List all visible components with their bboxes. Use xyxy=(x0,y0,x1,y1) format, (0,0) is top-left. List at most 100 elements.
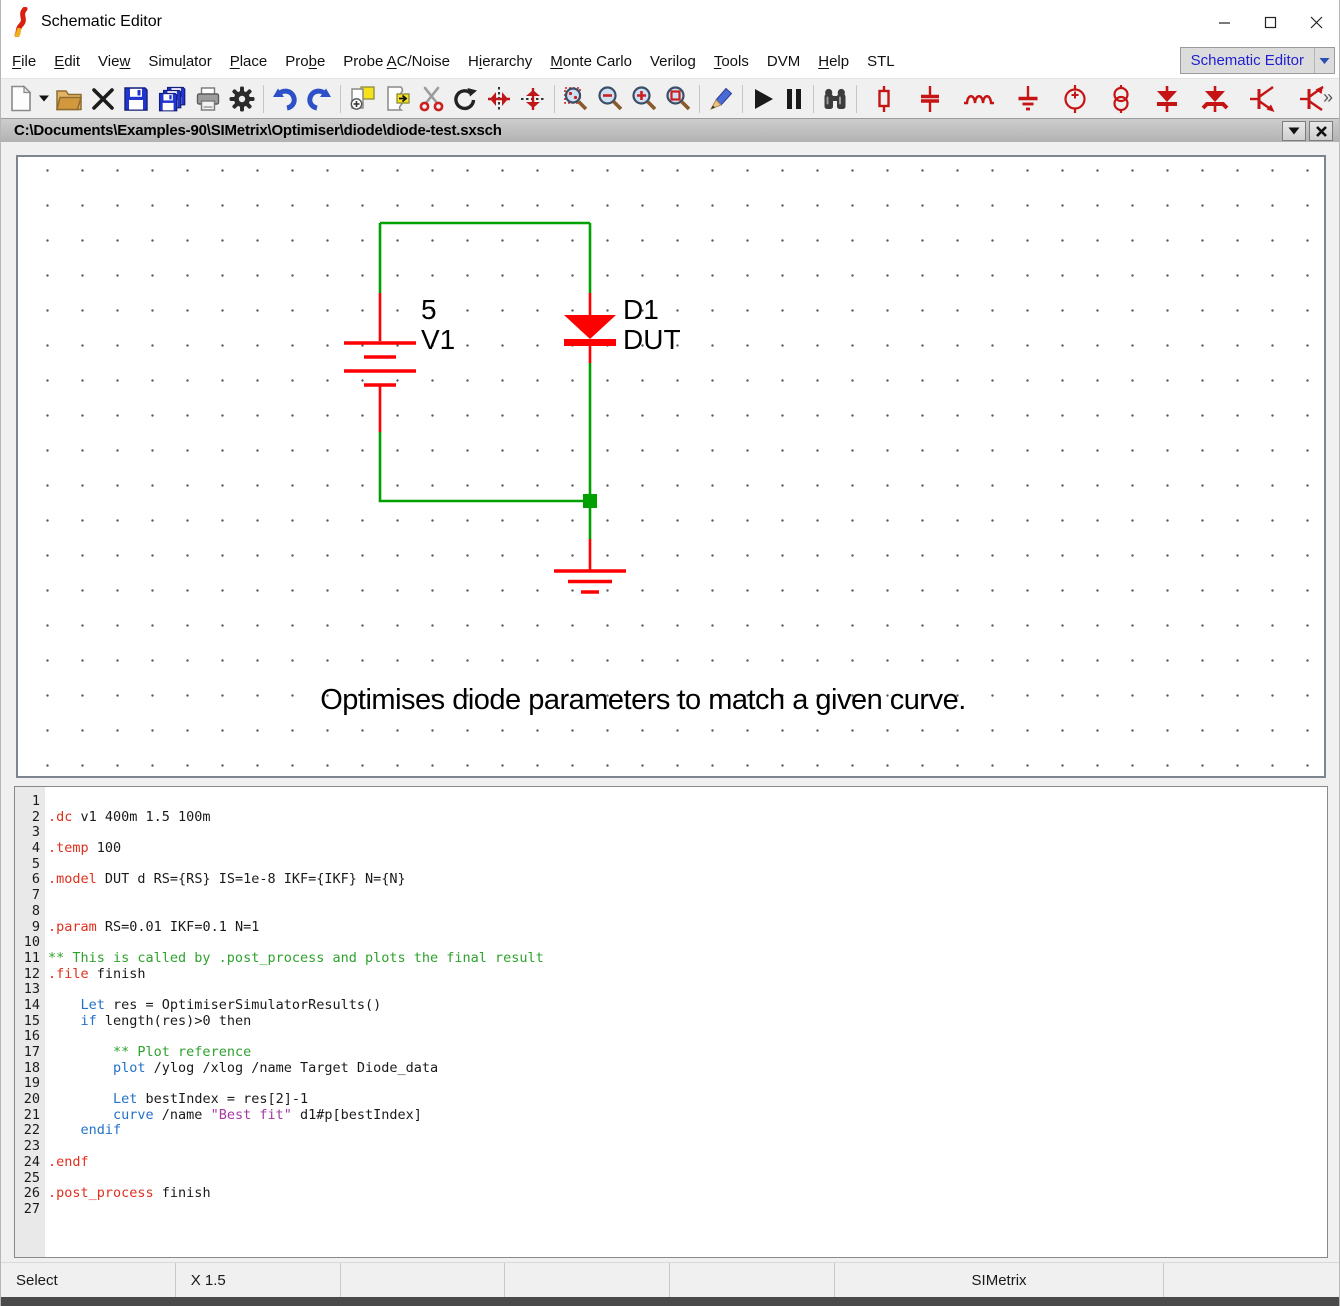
menu-dvm[interactable]: DVM xyxy=(758,48,809,75)
cut-button[interactable] xyxy=(415,82,448,116)
code-line[interactable]: 13 xyxy=(15,982,1327,998)
find-button[interactable] xyxy=(818,82,852,116)
code-line[interactable]: 27 xyxy=(15,1202,1327,1218)
code-line[interactable]: 20 Let bestIndex = res[2]-1 xyxy=(15,1092,1327,1108)
menu-hierarchy[interactable]: Hierarchy xyxy=(459,48,541,75)
menu-monte-carlo[interactable]: Monte Carlo xyxy=(541,48,641,75)
place-voltage-source-button[interactable] xyxy=(1057,82,1093,116)
zoom-out-button[interactable] xyxy=(593,82,627,116)
code-line[interactable]: 26.post_process finish xyxy=(15,1186,1327,1202)
menu-file[interactable]: File xyxy=(3,48,45,75)
code-line[interactable]: 25 xyxy=(15,1171,1327,1187)
code-line[interactable]: 8 xyxy=(15,904,1327,920)
wires[interactable] xyxy=(380,223,590,539)
zoom-in-button[interactable] xyxy=(627,82,661,116)
code-line[interactable]: 22 endif xyxy=(15,1123,1327,1139)
export-page-button[interactable] xyxy=(380,82,415,116)
voltage-source-v1[interactable] xyxy=(344,293,416,432)
menu-probe-ac-noise[interactable]: Probe AC/Noise xyxy=(334,48,459,75)
code-line[interactable]: 23 xyxy=(15,1139,1327,1155)
new-schematic-button[interactable] xyxy=(5,82,37,116)
menu-edit[interactable]: Edit xyxy=(45,48,89,75)
flip-horizontal-button[interactable] xyxy=(482,82,516,116)
code-line[interactable]: 3 xyxy=(15,825,1327,841)
menu-help[interactable]: Help xyxy=(809,48,858,75)
minimize-button[interactable] xyxy=(1201,0,1247,44)
maximize-button[interactable] xyxy=(1247,0,1293,44)
code-line[interactable]: 2.dc v1 400m 1.5 100m xyxy=(15,810,1327,826)
v1-ref-label[interactable]: V1 xyxy=(421,324,455,355)
code-line[interactable]: 12.file finish xyxy=(15,967,1327,983)
code-line[interactable]: 24.endf xyxy=(15,1155,1327,1171)
code-text: ** Plot reference xyxy=(45,1045,251,1061)
save-all-button[interactable] xyxy=(153,82,191,116)
code-line[interactable]: 7 xyxy=(15,888,1327,904)
close-button[interactable] xyxy=(1293,0,1339,44)
wire-button[interactable] xyxy=(704,82,738,116)
menu-tools[interactable]: Tools xyxy=(705,48,758,75)
line-number: 21 xyxy=(15,1108,45,1124)
d1-ref-label[interactable]: D1 xyxy=(623,294,659,325)
place-inductor-button[interactable] xyxy=(959,82,999,116)
code-line[interactable]: 9.param RS=0.01 IKF=0.1 N=1 xyxy=(15,920,1327,936)
place-capacitor-button[interactable] xyxy=(913,82,947,116)
zoom-fit-button[interactable] xyxy=(559,82,593,116)
code-line[interactable]: 15 if length(res)>0 then xyxy=(15,1014,1327,1030)
copy-to-clipboard-button[interactable] xyxy=(345,82,380,116)
code-line[interactable]: 6.model DUT d RS={RS} IS=1e-8 IKF={IKF} … xyxy=(15,872,1327,888)
place-ground-button[interactable] xyxy=(1011,82,1045,116)
menu-place[interactable]: Place xyxy=(221,48,277,75)
sheet-dropdown-button[interactable] xyxy=(1282,121,1306,141)
menu-view[interactable]: View xyxy=(89,48,139,75)
code-line[interactable]: 17 ** Plot reference xyxy=(15,1045,1327,1061)
place-zener-diode-button[interactable] xyxy=(1197,82,1233,116)
v1-value-label[interactable]: 5 xyxy=(421,294,437,325)
options-button[interactable] xyxy=(225,82,259,116)
document-type-selector[interactable]: Schematic Editor xyxy=(1180,47,1335,74)
ground-symbol[interactable] xyxy=(554,539,626,592)
flip-vertical-button[interactable] xyxy=(516,82,550,116)
schematic-canvas[interactable]: 5 V1 D1 DUT Optimises diode xyxy=(16,155,1326,778)
menu-verilog[interactable]: Verilog xyxy=(641,48,705,75)
place-resistor-button[interactable] xyxy=(867,82,901,116)
place-npn-transistor-button[interactable] xyxy=(1245,82,1281,116)
new-dropdown-button[interactable] xyxy=(37,82,51,116)
code-text xyxy=(45,794,48,810)
diode-d1[interactable] xyxy=(564,293,616,363)
print-button[interactable] xyxy=(191,82,225,116)
rotate-button[interactable] xyxy=(448,82,482,116)
save-button[interactable] xyxy=(119,82,153,116)
code-line[interactable]: 14 Let res = OptimiserSimulatorResults() xyxy=(15,998,1327,1014)
line-number: 10 xyxy=(15,935,45,951)
open-button[interactable] xyxy=(51,82,87,116)
code-line[interactable]: 16 xyxy=(15,1029,1327,1045)
undo-button[interactable] xyxy=(268,82,302,116)
close-schematic-button[interactable] xyxy=(87,82,119,116)
close-sheet-button[interactable] xyxy=(1309,121,1333,141)
pause-button[interactable] xyxy=(779,82,809,116)
code-line[interactable]: 11** This is called by .post_process and… xyxy=(15,951,1327,967)
zoom-area-button[interactable] xyxy=(661,82,695,116)
menu-probe[interactable]: Probe xyxy=(276,48,334,75)
code-line[interactable]: 21 curve /name "Best fit" d1#p[bestIndex… xyxy=(15,1108,1327,1124)
code-line[interactable]: 18 plot /ylog /xlog /name Target Diode_d… xyxy=(15,1061,1327,1077)
menu-simulator[interactable]: Simulator xyxy=(139,48,220,75)
code-line[interactable]: 4.temp 100 xyxy=(15,841,1327,857)
code-line[interactable]: 5 xyxy=(15,857,1327,873)
line-number: 2 xyxy=(15,810,45,826)
place-diode-button[interactable] xyxy=(1149,82,1185,116)
line-number: 4 xyxy=(15,841,45,857)
code-text xyxy=(45,825,48,841)
menu-stl[interactable]: STL xyxy=(858,48,904,75)
toolbar-overflow-chevron[interactable]: » xyxy=(1323,87,1331,108)
netlist-editor[interactable]: 12.dc v1 400m 1.5 100m34.temp 10056.mode… xyxy=(14,786,1328,1258)
place-current-source-button[interactable] xyxy=(1105,82,1137,116)
run-button[interactable] xyxy=(747,82,779,116)
line-number: 17 xyxy=(15,1045,45,1061)
redo-button[interactable] xyxy=(302,82,336,116)
code-line[interactable]: 1 xyxy=(15,794,1327,810)
code-line[interactable]: 19 xyxy=(15,1076,1327,1092)
code-line[interactable]: 10 xyxy=(15,935,1327,951)
d1-model-label[interactable]: DUT xyxy=(623,324,681,355)
status-section xyxy=(670,1263,835,1297)
